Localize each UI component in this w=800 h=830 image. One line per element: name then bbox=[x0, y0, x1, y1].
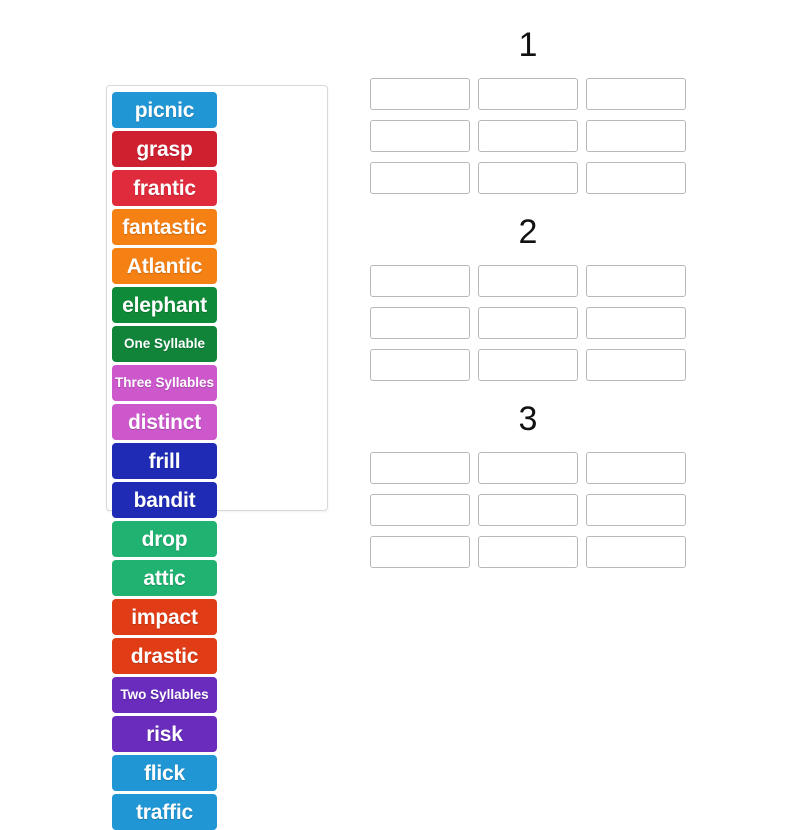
drop-slot[interactable] bbox=[478, 452, 578, 484]
drop-slot[interactable] bbox=[586, 265, 686, 297]
drop-slot[interactable] bbox=[370, 494, 470, 526]
word-tile[interactable]: picnic bbox=[112, 92, 217, 128]
drop-slot[interactable] bbox=[586, 349, 686, 381]
word-tile[interactable]: frill bbox=[112, 443, 217, 479]
drop-slot[interactable] bbox=[478, 265, 578, 297]
drop-slot[interactable] bbox=[370, 120, 470, 152]
word-tile[interactable]: bandit bbox=[112, 482, 217, 518]
word-tile[interactable]: Atlantic bbox=[112, 248, 217, 284]
drop-slot[interactable] bbox=[478, 307, 578, 339]
word-tile[interactable]: elephant bbox=[112, 287, 217, 323]
activity-stage: picnic grasp frantic fantastic Atlantic eleph… bbox=[0, 0, 800, 830]
word-tile[interactable]: flick bbox=[112, 755, 217, 791]
word-tile[interactable]: frantic bbox=[112, 170, 217, 206]
drop-slot-grid bbox=[370, 265, 686, 381]
drop-slot-grid bbox=[370, 78, 686, 194]
drop-group-title: 1 bbox=[518, 26, 538, 64]
drop-slot[interactable] bbox=[478, 162, 578, 194]
drop-group-3: 3 bbox=[370, 402, 686, 568]
word-bank-panel: picnic grasp frantic fantastic Atlantic eleph… bbox=[106, 85, 328, 830]
word-tile-grid: picnic grasp frantic fantastic Atlantic eleph… bbox=[112, 92, 322, 830]
word-tile[interactable]: grasp bbox=[112, 131, 217, 167]
word-tile[interactable]: fantastic bbox=[112, 209, 217, 245]
drop-slot[interactable] bbox=[586, 494, 686, 526]
drop-slot[interactable] bbox=[370, 307, 470, 339]
drop-slot[interactable] bbox=[586, 120, 686, 152]
drop-slot[interactable] bbox=[370, 536, 470, 568]
drop-slot[interactable] bbox=[370, 162, 470, 194]
drop-slot[interactable] bbox=[586, 452, 686, 484]
drop-slot[interactable] bbox=[478, 536, 578, 568]
word-tile[interactable]: drastic bbox=[112, 638, 217, 674]
drop-slot[interactable] bbox=[586, 536, 686, 568]
drop-slot[interactable] bbox=[586, 162, 686, 194]
word-tile[interactable]: risk bbox=[112, 716, 217, 752]
word-tile[interactable]: Three Syllables bbox=[112, 365, 217, 401]
drop-slot[interactable] bbox=[586, 78, 686, 110]
drop-group-title: 2 bbox=[518, 213, 538, 251]
drop-slot[interactable] bbox=[370, 452, 470, 484]
drop-slot[interactable] bbox=[478, 349, 578, 381]
drop-slot[interactable] bbox=[370, 349, 470, 381]
drop-slot[interactable] bbox=[478, 494, 578, 526]
drop-slot[interactable] bbox=[478, 78, 578, 110]
word-tile[interactable]: attic bbox=[112, 560, 217, 596]
drop-group-title: 3 bbox=[518, 400, 538, 438]
word-tile[interactable]: distinct bbox=[112, 404, 217, 440]
drop-group-1: 1 bbox=[370, 28, 686, 194]
word-tile[interactable]: drop bbox=[112, 521, 217, 557]
drop-slot-grid bbox=[370, 452, 686, 568]
drop-slot[interactable] bbox=[370, 78, 470, 110]
drop-slot[interactable] bbox=[586, 307, 686, 339]
drop-group-2: 2 bbox=[370, 215, 686, 381]
drop-slot[interactable] bbox=[478, 120, 578, 152]
word-tile[interactable]: traffic bbox=[112, 794, 217, 830]
word-tile[interactable]: impact bbox=[112, 599, 217, 635]
drop-slot[interactable] bbox=[370, 265, 470, 297]
word-tile[interactable]: One Syllable bbox=[112, 326, 217, 362]
word-tile[interactable]: Two Syllables bbox=[112, 677, 217, 713]
